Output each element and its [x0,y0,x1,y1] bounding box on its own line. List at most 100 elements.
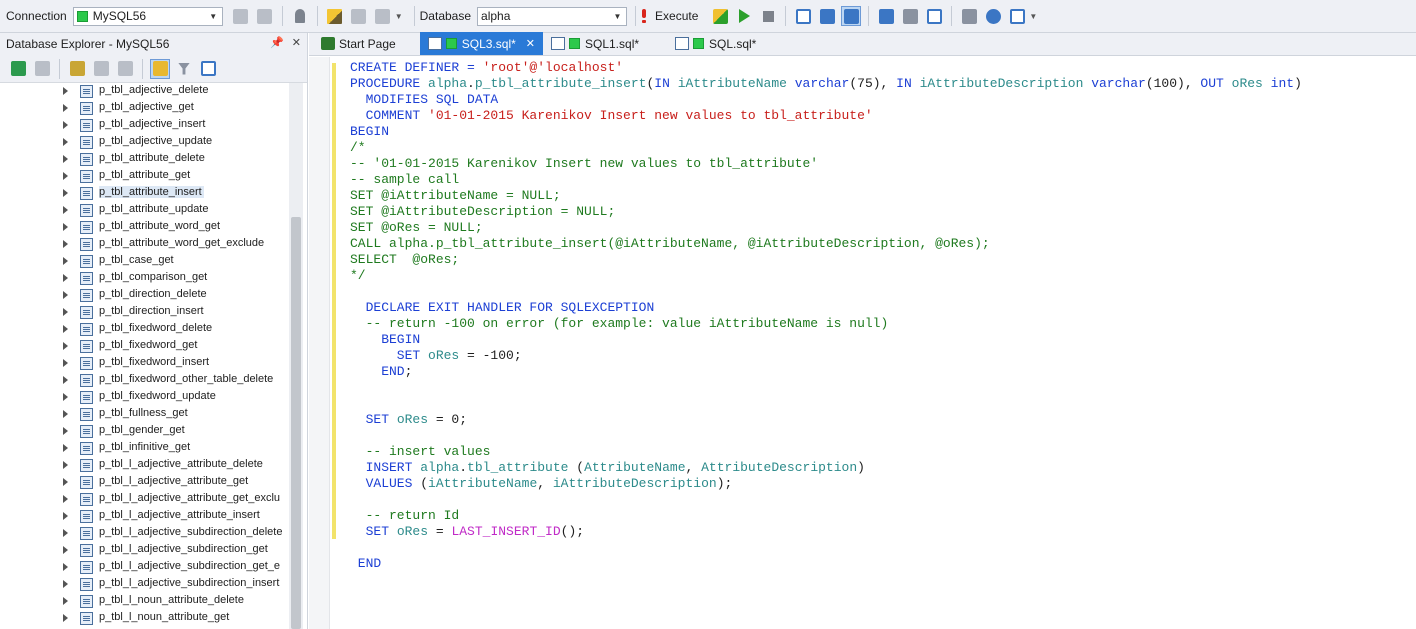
close-icon[interactable]: ✕ [526,37,535,50]
tab-sql[interactable]: SQL.sql* [667,32,777,55]
tree-item[interactable]: p_tbl_l_adjective_subdirection_get_e [0,559,288,576]
expand-arrow-icon[interactable] [63,393,68,401]
tree-item[interactable]: p_tbl_l_adjective_subdirection_insert [0,576,288,593]
tree-item[interactable]: p_tbl_attribute_word_get_exclude [0,236,288,253]
edit-sql-button[interactable] [325,6,345,26]
edit-connection-button[interactable] [91,59,111,79]
tree-item[interactable]: p_tbl_attribute_delete [0,151,288,168]
tree-item[interactable]: p_tbl_attribute_update [0,202,288,219]
tree-item[interactable]: p_tbl_adjective_update [0,134,288,151]
expand-arrow-icon[interactable] [63,546,68,554]
tree-item[interactable]: p_tbl_case_get [0,253,288,270]
expand-arrow-icon[interactable] [63,155,68,163]
tree-item[interactable]: p_tbl_direction_delete [0,287,288,304]
explain-button[interactable] [793,6,813,26]
expand-arrow-icon[interactable] [63,325,68,333]
tree-item[interactable]: p_tbl_fixedword_get [0,338,288,355]
new-connection-button[interactable] [67,59,87,79]
tree-item[interactable]: p_tbl_attribute_word_get [0,219,288,236]
refresh-button[interactable] [8,59,28,79]
tab-start-page[interactable]: Start Page [309,32,408,55]
expand-arrow-icon[interactable] [63,410,68,418]
tree-item[interactable]: p_tbl_l_adjective_subdirection_delete [0,525,288,542]
code-area[interactable]: CREATE DEFINER = 'root'@'localhost' PROCE… [350,60,1302,572]
pin-button[interactable] [290,6,310,26]
expand-arrow-icon[interactable] [63,444,68,452]
tree-item[interactable]: p_tbl_l_adjective_attribute_insert [0,508,288,525]
tree-item[interactable]: p_tbl_gender_get [0,423,288,440]
tree-item[interactable]: p_tbl_l_adjective_attribute_delete [0,457,288,474]
tree-item[interactable]: p_tbl_l_noun_attribute_delete [0,593,288,610]
expand-arrow-icon[interactable] [63,274,68,282]
tree-item[interactable]: p_tbl_fixedword_insert [0,355,288,372]
expand-arrow-icon[interactable] [63,104,68,112]
history-button[interactable] [983,6,1003,26]
edit-connection-button[interactable] [255,6,275,26]
chevron-down-icon[interactable]: ▼ [395,12,403,21]
properties-button[interactable] [198,59,218,79]
expand-arrow-icon[interactable] [63,189,68,197]
expand-arrow-icon[interactable] [63,87,68,95]
tree-item[interactable]: p_tbl_adjective_insert [0,117,288,134]
new-connection-button[interactable] [231,6,251,26]
pin-icon[interactable]: 📌 [270,36,284,49]
tree-scrollbar[interactable] [289,83,303,629]
expand-arrow-icon[interactable] [63,359,68,367]
close-icon[interactable]: ✕ [292,36,301,49]
expand-arrow-icon[interactable] [63,121,68,129]
expand-arrow-icon[interactable] [63,257,68,265]
tree-item[interactable]: p_tbl_l_adjective_subdirection_get [0,542,288,559]
tree-item[interactable]: p_tbl_attribute_insert [0,185,288,202]
tree-item[interactable]: p_tbl_attribute_get [0,168,288,185]
tree-item[interactable]: p_tbl_fixedword_update [0,389,288,406]
expand-arrow-icon[interactable] [63,291,68,299]
expand-arrow-icon[interactable] [63,597,68,605]
run-to-cursor-button[interactable] [734,6,754,26]
expand-arrow-icon[interactable] [63,376,68,384]
tree-item[interactable]: p_tbl_direction_insert [0,304,288,321]
settings-button[interactable] [1007,6,1027,26]
tree-scrollbar-thumb[interactable] [291,217,301,629]
tab-sql1[interactable]: SQL1.sql* [543,32,667,55]
format-button[interactable] [349,6,369,26]
expand-arrow-icon[interactable] [63,495,68,503]
database-select[interactable]: alpha ▼ [477,6,628,26]
filter-button[interactable] [174,59,194,79]
list-button[interactable] [959,6,979,26]
export-button[interactable] [876,6,896,26]
sql-editor[interactable]: CREATE DEFINER = 'root'@'localhost' PROCE… [309,57,1416,629]
expand-arrow-icon[interactable] [63,461,68,469]
expand-arrow-icon[interactable] [63,172,68,180]
tree-item[interactable]: p_tbl_l_adjective_attribute_get [0,474,288,491]
expand-arrow-icon[interactable] [63,308,68,316]
tree-item[interactable]: p_tbl_fullness_get [0,406,288,423]
tree-item[interactable]: p_tbl_l_noun_attribute_get [0,610,288,627]
expand-arrow-icon[interactable] [63,580,68,588]
execute-current-button[interactable] [710,6,730,26]
tree-item[interactable]: p_tbl_fixedword_delete [0,321,288,338]
connection-select[interactable]: MySQL56 ▼ [72,6,223,26]
expand-arrow-icon[interactable] [63,478,68,486]
chevron-down-icon[interactable]: ▼ [1029,12,1037,21]
expand-arrow-icon[interactable] [63,206,68,214]
tree-item[interactable]: p_tbl_infinitive_get [0,440,288,457]
expand-arrow-icon[interactable] [63,529,68,537]
stop-button[interactable] [32,59,52,79]
expand-arrow-icon[interactable] [63,614,68,622]
execute-button[interactable]: Execute [641,9,698,23]
stop-button[interactable] [758,6,778,26]
tree-item[interactable]: p_tbl_adjective_get [0,100,288,117]
tree-item[interactable]: p_tbl_comparison_get [0,270,288,287]
profile-button[interactable] [817,6,837,26]
delete-connection-button[interactable] [115,59,135,79]
expand-arrow-icon[interactable] [63,223,68,231]
tree-item[interactable]: p_tbl_l_adjective_attribute_get_exclu [0,491,288,508]
tree-item[interactable]: p_tbl_adjective_delete [0,83,288,100]
options-button[interactable] [373,6,393,26]
copy-button[interactable] [150,58,170,79]
grid-view-button[interactable] [841,6,862,26]
import-button[interactable] [900,6,920,26]
expand-arrow-icon[interactable] [63,427,68,435]
expand-arrow-icon[interactable] [63,138,68,146]
expand-arrow-icon[interactable] [63,563,68,571]
